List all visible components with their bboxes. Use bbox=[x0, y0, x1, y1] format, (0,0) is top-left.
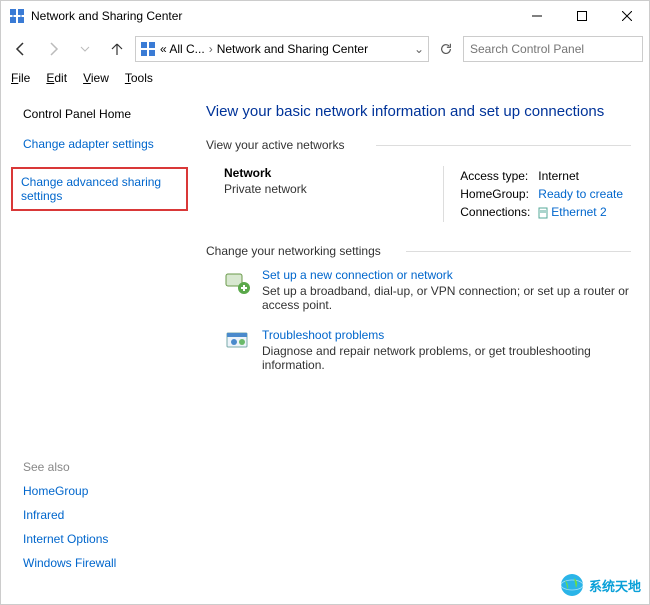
troubleshoot-desc: Diagnose and repair network problems, or… bbox=[262, 344, 631, 372]
search-input[interactable] bbox=[470, 42, 636, 56]
active-network: Network Private network Access type: Int… bbox=[224, 166, 631, 222]
see-also-infrared[interactable]: Infrared bbox=[23, 508, 184, 522]
see-also-internet-options[interactable]: Internet Options bbox=[23, 532, 184, 546]
title-bar: Network and Sharing Center bbox=[1, 1, 649, 31]
connection-link[interactable]: Ethernet 2 bbox=[538, 204, 629, 220]
watermark-text: 系统天地 bbox=[589, 576, 641, 595]
setup-connection-desc: Set up a broadband, dial-up, or VPN conn… bbox=[262, 284, 631, 312]
sidebar-adapter-settings[interactable]: Change adapter settings bbox=[23, 137, 184, 151]
network-name: Network bbox=[224, 166, 443, 180]
menu-file[interactable]: File bbox=[11, 71, 30, 85]
window-controls bbox=[514, 1, 649, 31]
chevron-down-icon[interactable]: ⌄ bbox=[414, 42, 424, 56]
forward-button[interactable] bbox=[39, 35, 67, 63]
setup-connection-link[interactable]: Set up a new connection or network bbox=[262, 268, 631, 282]
network-type: Private network bbox=[224, 182, 443, 196]
access-type-value: Internet bbox=[538, 168, 629, 184]
chevron-right-icon: › bbox=[209, 42, 213, 56]
window-title: Network and Sharing Center bbox=[31, 9, 514, 23]
close-button[interactable] bbox=[604, 1, 649, 31]
page-heading: View your basic network information and … bbox=[206, 103, 631, 120]
sidebar-advanced-sharing[interactable]: Change advanced sharing settings bbox=[21, 175, 178, 203]
minimize-button[interactable] bbox=[514, 1, 559, 31]
access-type-label: Access type: bbox=[460, 168, 536, 184]
main-content: View your basic network information and … bbox=[196, 89, 649, 592]
network-center-icon bbox=[140, 41, 156, 57]
breadcrumb-item[interactable]: Network and Sharing Center bbox=[217, 42, 368, 56]
troubleshoot: Troubleshoot problems Diagnose and repai… bbox=[224, 328, 631, 372]
see-also-label: See also bbox=[23, 460, 184, 474]
menu-view[interactable]: View bbox=[83, 71, 109, 85]
section-networking-settings: Change your networking settings bbox=[206, 244, 631, 258]
body: Control Panel Home Change adapter settin… bbox=[1, 89, 649, 592]
troubleshoot-link[interactable]: Troubleshoot problems bbox=[262, 328, 631, 342]
menu-edit[interactable]: Edit bbox=[46, 71, 67, 85]
network-center-icon bbox=[9, 8, 25, 24]
troubleshoot-icon bbox=[224, 328, 252, 356]
breadcrumb[interactable]: « All C... › Network and Sharing Center … bbox=[135, 36, 429, 62]
homegroup-link[interactable]: Ready to create bbox=[538, 186, 629, 202]
recent-dropdown[interactable] bbox=[71, 35, 99, 63]
section-active-networks: View your active networks bbox=[206, 138, 631, 152]
ethernet-icon bbox=[538, 207, 548, 219]
sidebar: Control Panel Home Change adapter settin… bbox=[1, 89, 196, 592]
navigation-bar: « All C... › Network and Sharing Center … bbox=[1, 31, 649, 67]
back-button[interactable] bbox=[7, 35, 35, 63]
search-box[interactable] bbox=[463, 36, 643, 62]
globe-icon bbox=[559, 572, 585, 598]
see-also-homegroup[interactable]: HomeGroup bbox=[23, 484, 184, 498]
menu-tools[interactable]: Tools bbox=[125, 71, 153, 85]
connections-label: Connections: bbox=[460, 204, 536, 220]
watermark: 系统天地 bbox=[559, 572, 641, 598]
up-button[interactable] bbox=[103, 35, 131, 63]
sidebar-home[interactable]: Control Panel Home bbox=[23, 107, 184, 121]
setup-connection-icon bbox=[224, 268, 252, 296]
breadcrumb-item[interactable]: « All C... bbox=[160, 42, 205, 56]
setup-connection: Set up a new connection or network Set u… bbox=[224, 268, 631, 312]
refresh-button[interactable] bbox=[433, 36, 459, 62]
highlighted-region: Change advanced sharing settings bbox=[11, 167, 188, 211]
menu-bar: File Edit View Tools bbox=[1, 67, 649, 89]
see-also-firewall[interactable]: Windows Firewall bbox=[23, 556, 184, 570]
homegroup-label: HomeGroup: bbox=[460, 186, 536, 202]
maximize-button[interactable] bbox=[559, 1, 604, 31]
